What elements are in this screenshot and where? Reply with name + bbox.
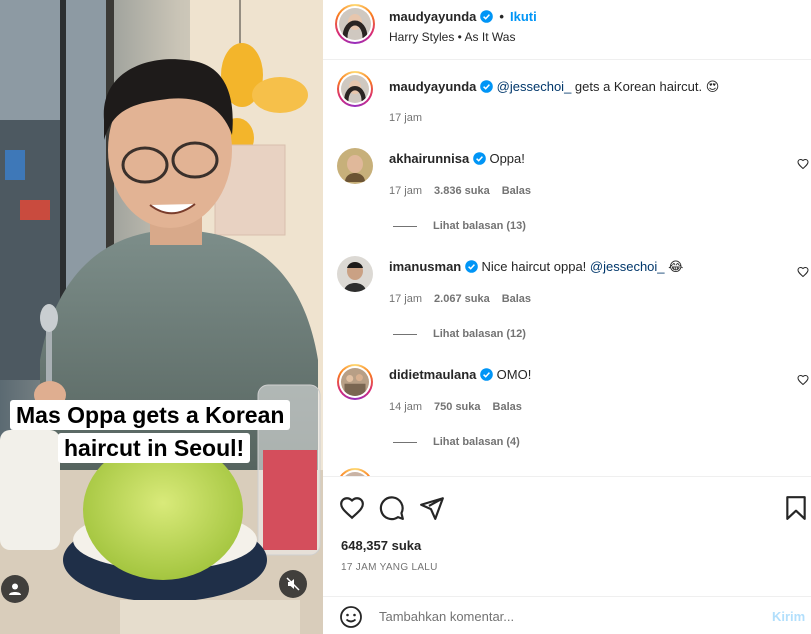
verified-badge-icon xyxy=(480,10,494,23)
follow-button[interactable]: Ikuti xyxy=(510,9,537,24)
commenter-avatar-image xyxy=(341,368,369,396)
comment-meta: 17 jam 3.836 suka Balas xyxy=(389,185,531,197)
view-replies-label: Lihat balasan (4) xyxy=(433,436,520,448)
comment-time[interactable]: 17 jam xyxy=(389,293,422,305)
comment-like-heart-icon[interactable] xyxy=(797,374,809,386)
header-separator: • xyxy=(499,9,504,24)
comment-emoji: 😂 xyxy=(664,259,684,274)
comment-mention-link[interactable]: @jessechoi_ xyxy=(590,259,665,274)
caption-meta: 17 jam xyxy=(389,112,422,124)
muted-speaker-icon xyxy=(286,577,300,591)
verified-badge-icon xyxy=(480,80,493,93)
mute-toggle-button[interactable] xyxy=(279,570,307,598)
commenter-avatar-partial[interactable] xyxy=(337,468,373,476)
verified-badge-icon xyxy=(473,152,486,165)
user-tag-icon xyxy=(9,583,21,595)
view-replies-button[interactable]: Lihat balasan (12) xyxy=(393,328,526,340)
reply-button[interactable]: Balas xyxy=(502,293,531,305)
author-username[interactable]: maudyayunda xyxy=(389,9,476,24)
post-media[interactable]: Mas Oppa gets a Korean haircut in Seoul! xyxy=(0,0,323,634)
video-caption-line-1: Mas Oppa gets a Korean xyxy=(10,400,291,430)
verified-badge-icon xyxy=(480,368,493,381)
caption-author-avatar[interactable] xyxy=(337,71,373,107)
video-frame-image xyxy=(0,0,323,634)
comment-text: didietmaulana OMO! xyxy=(389,366,531,384)
comment-text: imanusman Nice haircut oppa! @jessechoi_… xyxy=(389,258,683,276)
tagged-users-button[interactable] xyxy=(1,575,29,603)
comment-icon[interactable] xyxy=(379,495,405,521)
commenter-avatar[interactable] xyxy=(337,256,373,292)
share-icon[interactable] xyxy=(419,495,445,521)
comment-body: OMO! xyxy=(496,367,532,382)
comment-body: Nice haircut oppa! xyxy=(481,259,590,274)
caption-avatar-image xyxy=(341,75,369,103)
caption-text: maudyayunda @jessechoi_ gets a Korean ha… xyxy=(389,78,719,96)
comment-username[interactable]: didietmaulana xyxy=(389,367,476,382)
heart-icon[interactable] xyxy=(339,495,365,521)
comment-username[interactable]: imanusman xyxy=(389,259,461,274)
reply-button[interactable]: Balas xyxy=(502,185,531,197)
comment-time[interactable]: 17 jam xyxy=(389,185,422,197)
caption-mention-link[interactable]: @jessechoi_ xyxy=(497,79,572,94)
comment-meta: 17 jam 2.067 suka Balas xyxy=(389,293,531,305)
reply-button[interactable]: Balas xyxy=(493,401,522,413)
video-caption-line-2: haircut in Seoul! xyxy=(58,433,251,463)
comment-likes[interactable]: 3.836 suka xyxy=(434,185,490,197)
caption-body: gets a Korean haircut. 😍 xyxy=(571,79,720,94)
view-replies-label: Lihat balasan (12) xyxy=(433,328,526,340)
commenter-avatar-image xyxy=(337,256,373,292)
comment-likes[interactable]: 2.067 suka xyxy=(434,293,490,305)
likes-count[interactable]: 648,357 suka xyxy=(341,538,421,553)
comments-list[interactable]: maudyayunda @jessechoi_ gets a Korean ha… xyxy=(323,61,811,476)
comment-time[interactable]: 14 jam xyxy=(389,401,422,413)
replies-divider xyxy=(393,225,417,227)
comment-text: akhairunnisa Oppa! xyxy=(389,150,525,168)
post-actions-bar: 648,357 suka 17 JAM YANG LALU xyxy=(323,476,811,586)
send-comment-button[interactable]: Kirim xyxy=(772,609,805,624)
view-replies-label: Lihat balasan (13) xyxy=(433,220,526,232)
replies-divider xyxy=(393,441,417,443)
commenter-avatar[interactable] xyxy=(337,148,373,184)
commenter-avatar[interactable] xyxy=(337,364,373,400)
verified-badge-icon xyxy=(465,260,478,273)
comment-body: Oppa! xyxy=(489,151,525,166)
author-line: maudyayunda • Ikuti xyxy=(389,9,537,24)
commenter-avatar-image xyxy=(337,148,373,184)
comment-like-heart-icon[interactable] xyxy=(797,266,809,278)
view-replies-button[interactable]: Lihat balasan (4) xyxy=(393,436,520,448)
add-comment-bar: Kirim xyxy=(323,596,811,634)
comment-username[interactable]: akhairunnisa xyxy=(389,151,469,166)
audio-track-link[interactable]: Harry Styles • As It Was xyxy=(389,30,515,44)
author-avatar-image xyxy=(339,8,371,40)
caption-username[interactable]: maudyayunda xyxy=(389,79,476,94)
comment-input[interactable] xyxy=(379,605,759,627)
replies-divider xyxy=(393,333,417,335)
comment-meta: 14 jam 750 suka Balas xyxy=(389,401,522,413)
post-timestamp[interactable]: 17 JAM YANG LALU xyxy=(341,562,438,573)
author-avatar[interactable] xyxy=(335,4,375,44)
emoji-icon[interactable] xyxy=(339,605,363,629)
post-details-panel: maudyayunda • Ikuti Harry Styles • As It… xyxy=(323,0,811,634)
caption-time[interactable]: 17 jam xyxy=(389,112,422,124)
comment-like-heart-icon[interactable] xyxy=(797,158,809,170)
view-replies-button[interactable]: Lihat balasan (13) xyxy=(393,220,526,232)
comment-likes[interactable]: 750 suka xyxy=(434,401,480,413)
post-header: maudyayunda • Ikuti Harry Styles • As It… xyxy=(323,0,811,60)
bookmark-icon[interactable] xyxy=(783,495,809,521)
